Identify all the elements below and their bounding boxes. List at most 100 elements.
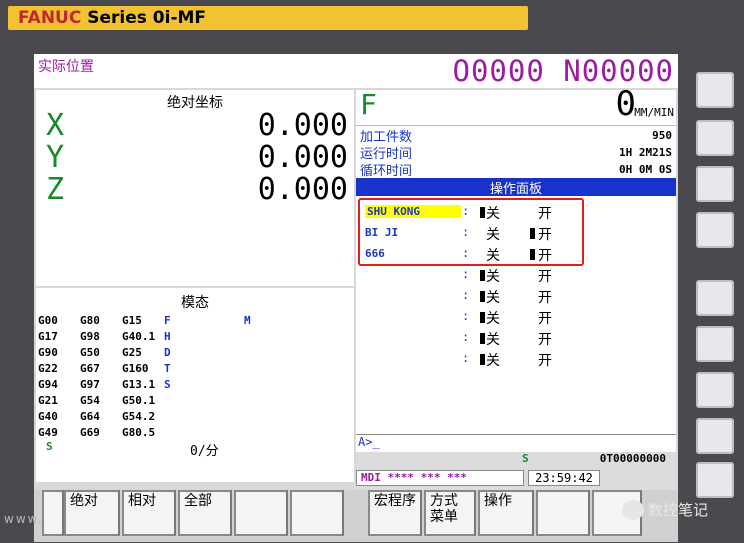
- absolute-coordinates-panel: 绝对坐标 X 0.000 Y 0.000 Z 0.000: [36, 90, 354, 286]
- side-hardware-button[interactable]: [696, 212, 734, 248]
- softkey-8[interactable]: 方式 菜单: [424, 490, 476, 536]
- softkey-5[interactable]: [234, 490, 288, 536]
- panel-row[interactable]: : 关 开: [356, 349, 676, 370]
- axis-z-value: 0.000: [257, 172, 348, 207]
- cnc-screen: 实际位置 O0000 N00000 绝对坐标 X 0.000 Y 0.000 Z…: [34, 54, 678, 542]
- axis-x-label: X: [46, 108, 65, 143]
- modal-code: G90: [38, 346, 58, 359]
- modal-code: G40.1: [122, 330, 156, 343]
- operator-panel-title: 操作面板: [356, 178, 676, 197]
- modal-code: G97: [80, 378, 100, 391]
- panel-row[interactable]: : 关 开: [356, 286, 676, 307]
- spindle-tool-value: 0T00000000: [599, 452, 666, 465]
- switch-off-option[interactable]: 关: [486, 266, 500, 286]
- softkey-4[interactable]: 全部: [178, 490, 232, 536]
- clock: 23:59:42: [528, 470, 600, 486]
- modal-code: G22: [38, 362, 58, 375]
- panel-row-colon: :: [462, 309, 470, 323]
- switch-on-option[interactable]: 开: [538, 350, 552, 370]
- parts-count-value: 950: [652, 129, 672, 142]
- modal-code: S: [164, 378, 171, 391]
- switch-cursor: [480, 291, 485, 302]
- modal-code: G54.2: [122, 410, 156, 423]
- panel-row-colon: :: [462, 330, 470, 344]
- modal-code: G54: [80, 394, 100, 407]
- right-panel: F 0 MM/MIN 加工件数 950 运行时间 1H 2M21S 循环时间 0…: [356, 84, 676, 476]
- side-hardware-button[interactable]: [696, 372, 734, 408]
- highlight-box: [358, 198, 584, 266]
- cycle-time-value: 0H 0M 0S: [619, 163, 672, 176]
- command-line[interactable]: A>_: [356, 434, 676, 452]
- modal-code: G13.1: [122, 378, 156, 391]
- modal-code: G80.5: [122, 426, 156, 439]
- program-number: O0000 N00000: [452, 54, 674, 88]
- modal-code: G80: [80, 314, 100, 327]
- side-hardware-button[interactable]: [696, 72, 734, 108]
- side-hardware-button[interactable]: [696, 280, 734, 316]
- switch-off-option[interactable]: 关: [486, 329, 500, 349]
- panel-row[interactable]: : 关 开: [356, 307, 676, 328]
- modal-code: G67: [80, 362, 100, 375]
- side-hardware-button[interactable]: [696, 462, 734, 498]
- switch-cursor: [480, 270, 485, 281]
- mode-indicator: MDI **** *** ***: [356, 470, 524, 486]
- switch-off-option[interactable]: 关: [486, 287, 500, 307]
- panel-row[interactable]: : 关 开: [356, 265, 676, 286]
- panel-row-colon: :: [462, 351, 470, 365]
- axis-z-label: Z: [46, 172, 65, 207]
- brand-bar: FANUC Series 0i-MF: [8, 6, 528, 30]
- spindle-label: S: [522, 452, 529, 465]
- feed-label: F: [360, 88, 377, 121]
- softkey-bar: 绝对 相对 全部 宏程序 方式 菜单 操作: [34, 490, 678, 542]
- switch-on-option[interactable]: 开: [538, 308, 552, 328]
- modal-code: H: [164, 330, 171, 343]
- watermark: 数控笔记: [648, 501, 709, 519]
- modal-code: G00: [38, 314, 58, 327]
- modal-code: F: [164, 314, 171, 327]
- panel-row[interactable]: : 关 开: [356, 328, 676, 349]
- softkey-9[interactable]: 操作: [478, 490, 534, 536]
- side-hardware-button[interactable]: [696, 326, 734, 362]
- feed-rate-per-min: 0/分: [190, 444, 219, 459]
- axis-x-value: 0.000: [257, 108, 348, 143]
- watermark-icon: [622, 500, 644, 520]
- softkey-7[interactable]: 宏程序: [368, 490, 422, 536]
- panel-row-colon: :: [462, 288, 470, 302]
- axis-y-label: Y: [46, 140, 65, 175]
- softkey-6[interactable]: [290, 490, 344, 536]
- switch-on-option[interactable]: 开: [538, 287, 552, 307]
- switch-off-option[interactable]: 关: [486, 308, 500, 328]
- modal-code: G64: [80, 410, 100, 423]
- run-time-value: 1H 2M21S: [619, 146, 672, 159]
- brand-logo: FANUC Series 0i-MF: [18, 8, 207, 28]
- side-hardware-button[interactable]: [696, 166, 734, 202]
- modal-code: G98: [80, 330, 100, 343]
- softkey-3[interactable]: 相对: [122, 490, 176, 536]
- softkey-10[interactable]: [536, 490, 590, 536]
- modal-code: G17: [38, 330, 58, 343]
- axis-y-value: 0.000: [257, 140, 348, 175]
- side-hardware-button[interactable]: [696, 120, 734, 156]
- modal-caption: 模态: [181, 295, 209, 311]
- modal-code: D: [164, 346, 171, 359]
- modal-panel: 模态 G00 G80 G15 F G17 G98 G40.1 H G90 G50 G25 D G22 G6…: [36, 288, 354, 482]
- modal-code: G21: [38, 394, 58, 407]
- modal-code: G69: [80, 426, 100, 439]
- modal-code: G50: [80, 346, 100, 359]
- modal-code: G50.1: [122, 394, 156, 407]
- softkey-2[interactable]: 绝对: [64, 490, 120, 536]
- softkey-1[interactable]: [42, 490, 64, 536]
- switch-on-option[interactable]: 开: [538, 329, 552, 349]
- side-hardware-button[interactable]: [696, 418, 734, 454]
- switch-on-option[interactable]: 开: [538, 266, 552, 286]
- modal-code: G40: [38, 410, 58, 423]
- page-title: 实际位置: [38, 59, 94, 75]
- screen-header: 实际位置 O0000 N00000: [34, 54, 678, 88]
- cycle-time-label: 循环时间: [360, 164, 413, 179]
- switch-cursor: [480, 333, 485, 344]
- switch-off-option[interactable]: 关: [486, 350, 500, 370]
- feed-value: 0: [615, 84, 636, 124]
- modal-m-label: M: [244, 314, 251, 327]
- modal-code: G15: [122, 314, 142, 327]
- modal-code: T: [164, 362, 171, 375]
